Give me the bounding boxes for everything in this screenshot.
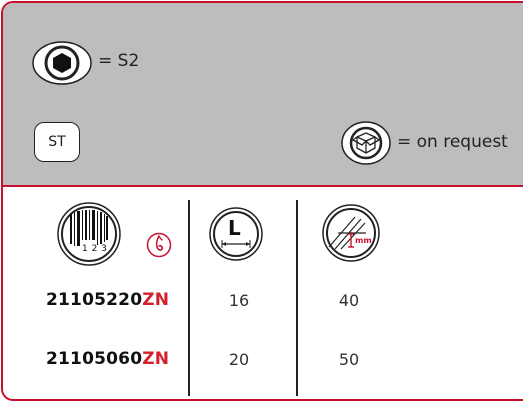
- box-on-request-icon: [341, 121, 391, 165]
- article-code: 21105060: [46, 349, 143, 369]
- box-quantity: 40: [338, 291, 360, 310]
- barcode-icon: 1 2 3: [56, 202, 122, 266]
- article-code-suffix: ZN: [142, 290, 170, 310]
- article-code-suffix: ZN: [142, 349, 170, 369]
- article-code: 21105220: [46, 290, 143, 310]
- hex-socket-drive-icon: [32, 41, 92, 85]
- length-value: 20: [228, 350, 250, 369]
- table-row: 21105060ZN: [46, 349, 169, 369]
- box-quantity: 50: [338, 350, 360, 369]
- spec-header: [3, 3, 523, 187]
- length-icon: L: [209, 207, 263, 261]
- drive-type-text: = S2: [98, 51, 140, 71]
- red-hook-icon: [146, 232, 172, 258]
- length-letter: L: [228, 216, 241, 240]
- measure-unit: mm: [355, 236, 372, 245]
- length-value: 16: [228, 291, 250, 310]
- on-request-text: = on request: [397, 132, 508, 152]
- barcode-digits: 1 2 3: [82, 244, 108, 254]
- st-badge: ST: [34, 122, 80, 162]
- column-divider: [296, 200, 298, 396]
- column-divider: [188, 200, 190, 396]
- measure-icon: mm: [321, 203, 381, 263]
- table-row: 21105220ZN: [46, 290, 169, 310]
